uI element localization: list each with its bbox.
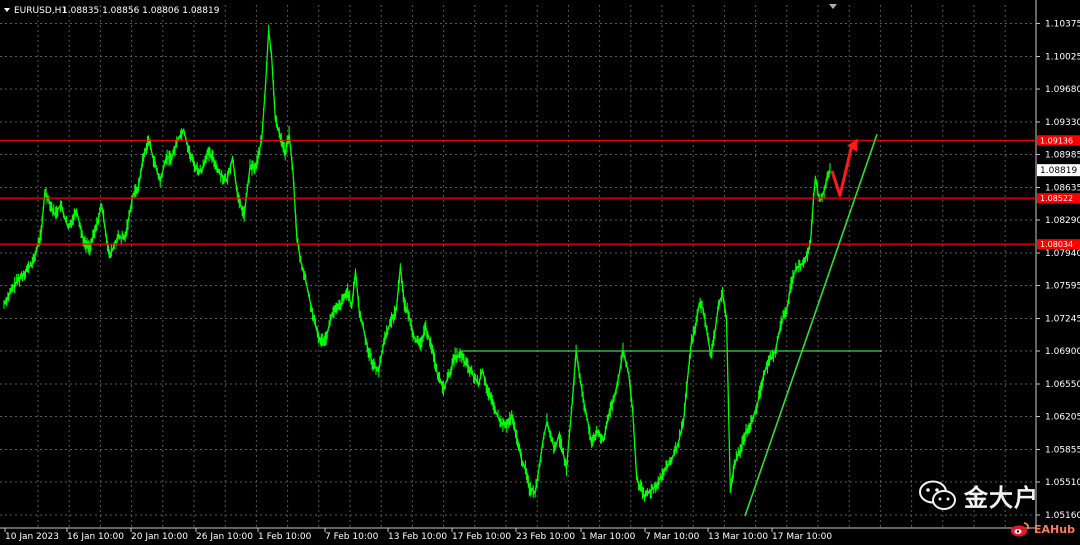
time-tick-label: 16 Jan 10:00	[67, 532, 124, 542]
time-tick-label: 20 Jan 10:00	[131, 532, 188, 542]
price-tick-label: 1.09330	[1045, 118, 1080, 128]
time-tick-label: 7 Feb 10:00	[325, 532, 379, 542]
price-tick-label: 1.05510	[1045, 478, 1080, 488]
time-tick-label: 17 Feb 10:00	[452, 532, 511, 542]
time-tick-label: 23 Feb 10:00	[516, 532, 575, 542]
weibo-watermark: EAHub	[1010, 521, 1075, 537]
level-price-label: 1.09136	[1040, 136, 1073, 145]
ohlc-values: 1.08835 1.08856 1.08806 1.08819	[62, 6, 220, 16]
price-tick-label: 1.08985	[1045, 151, 1080, 161]
price-chart: 1.09136 1.08522 1.08034 1.08819 1.10375 1.10…	[0, 0, 1080, 545]
time-tick-label: 13 Feb 10:00	[388, 532, 447, 542]
level-price-label: 1.08034	[1040, 240, 1073, 249]
current-price-label: 1.08819	[1040, 166, 1077, 176]
price-tick-label: 1.06205	[1045, 413, 1080, 423]
price-tick-label: 1.05160	[1045, 511, 1080, 521]
time-tick-label: 17 Mar 10:00	[772, 532, 832, 542]
price-tick-label: 1.10025	[1045, 53, 1080, 63]
wechat-watermark: 金大户	[918, 478, 1039, 513]
symbol-timeframe-label: EURUSD,H1	[14, 6, 67, 16]
price-tick-label: 1.07940	[1045, 249, 1080, 259]
wechat-icon	[919, 480, 956, 510]
price-tick-label: 1.06900	[1045, 347, 1080, 357]
price-tick-label: 1.09680	[1045, 85, 1080, 95]
weibo-account-name: EAHub	[1034, 522, 1075, 536]
time-tick-label: 10 Jan 2023	[5, 532, 59, 542]
price-tick-label: 1.07245	[1045, 315, 1080, 325]
price-tick-label: 1.10375	[1045, 20, 1080, 30]
price-tick-label: 1.07595	[1045, 282, 1080, 292]
time-tick-label: 1 Mar 10:00	[581, 532, 636, 542]
symbol-header: EURUSD,H1 1.08835 1.08856 1.08806 1.0881…	[4, 6, 220, 16]
time-tick-label: 13 Mar 10:00	[708, 532, 768, 542]
time-tick-label: 7 Mar 10:00	[645, 532, 700, 542]
level-price-label: 1.08522	[1040, 194, 1073, 203]
time-tick-label: 26 Jan 10:00	[196, 532, 253, 542]
price-tick-label: 1.08290	[1045, 216, 1080, 226]
price-tick-label: 1.05855	[1045, 446, 1080, 456]
wechat-account-name: 金大户	[964, 484, 1039, 512]
weibo-icon	[1011, 522, 1029, 537]
price-tick-label: 1.08635	[1045, 184, 1080, 194]
price-tick-label: 1.06550	[1045, 380, 1080, 390]
time-tick-label: 1 Feb 10:00	[258, 532, 312, 542]
